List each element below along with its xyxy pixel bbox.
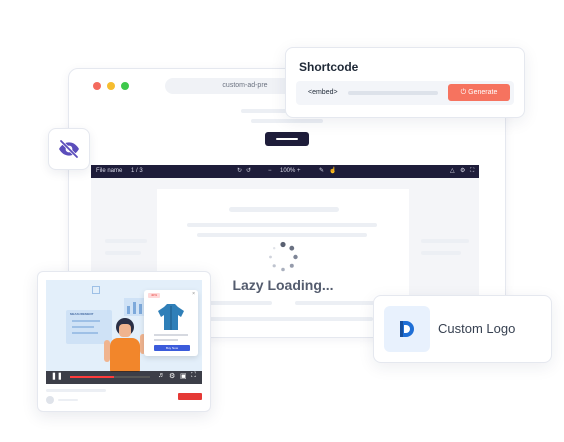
person-body	[110, 338, 140, 372]
minimize-window-dot[interactable]	[107, 82, 115, 90]
video-controls: ❚❚ ♬ ⚙ ▣ ⛶	[46, 371, 202, 384]
pause-icon[interactable]: ❚❚	[51, 372, 63, 380]
viewer-toolbar: File name 1 / 3 ↻ ↺ − 100% + ✎ ☝ △ ⚙ ⛶	[91, 165, 479, 178]
shortcode-card: Shortcode <embed> ⏻ Generate	[285, 47, 525, 118]
eye-slash-icon	[59, 139, 79, 159]
undo-icon[interactable]: ↺	[246, 165, 251, 178]
settings-icon[interactable]: ⚙	[169, 372, 175, 380]
placeholder-line	[348, 91, 438, 95]
scene-line	[72, 326, 94, 328]
placeholder-line	[105, 239, 147, 243]
video-progress[interactable]	[70, 376, 150, 378]
placeholder-line	[421, 251, 461, 255]
draw-icon[interactable]: △	[450, 165, 455, 178]
person-face	[119, 324, 131, 337]
maximize-window-dot[interactable]	[121, 82, 129, 90]
file-name: File name	[96, 168, 123, 174]
progress-fill	[70, 376, 114, 378]
fullscreen-icon[interactable]: ⛶	[470, 165, 474, 178]
custom-logo-label: Custom Logo	[438, 321, 516, 336]
subscribe-button[interactable]	[178, 393, 202, 400]
scene-line	[72, 332, 98, 334]
scene-check-icon	[92, 286, 100, 294]
video-card: MEASUREMENT 40% × Buy Now ❚❚ ♬ ⚙ ▣ ⛶	[37, 271, 211, 412]
video-player[interactable]: MEASUREMENT 40% × Buy Now ❚❚ ♬ ⚙ ▣ ⛶	[46, 280, 202, 384]
placeholder-line	[229, 207, 339, 212]
person-arm	[104, 340, 110, 362]
placeholder-line	[105, 251, 141, 255]
placeholder-line	[197, 233, 367, 237]
scene-bar	[139, 304, 142, 314]
scene-bar	[133, 302, 136, 314]
placeholder-line	[154, 339, 178, 341]
shortcode-title: Shortcode	[299, 60, 359, 74]
placeholder-line	[154, 334, 188, 336]
generate-label: Generate	[468, 89, 498, 96]
placeholder-line	[46, 389, 106, 392]
hand-icon[interactable]: ☝	[329, 165, 336, 178]
placeholder-line	[193, 317, 373, 321]
scene-label: MEASUREMENT	[70, 312, 94, 316]
avatar	[46, 396, 54, 404]
buy-now-button[interactable]: Buy Now	[154, 345, 190, 351]
placeholder-line	[187, 223, 377, 227]
close-icon[interactable]: ×	[192, 291, 195, 297]
power-icon: ⏻	[460, 89, 467, 96]
product-popup[interactable]: 40% × Buy Now	[144, 290, 198, 356]
menu-button[interactable]	[265, 132, 309, 146]
pip-icon[interactable]: ▣	[180, 372, 187, 380]
jacket-icon	[158, 304, 184, 330]
shortcode-field[interactable]: <embed> ⏻ Generate	[296, 81, 514, 105]
rotate-icon[interactable]: ↻	[237, 165, 242, 178]
loading-spinner-icon	[269, 241, 298, 272]
zoom-in-icon[interactable]: +	[297, 165, 301, 178]
edit-icon[interactable]: ✎	[319, 165, 324, 178]
d-logo-icon	[400, 321, 414, 337]
fullscreen-icon[interactable]: ⛶	[191, 372, 196, 380]
custom-logo-card: Custom Logo	[373, 295, 552, 363]
close-window-dot[interactable]	[93, 82, 101, 90]
placeholder-line	[251, 119, 323, 123]
logo-preview	[384, 306, 430, 352]
embed-code: <embed>	[308, 89, 338, 96]
scene-bar	[127, 306, 130, 314]
placeholder-line	[58, 399, 78, 401]
generate-button[interactable]: ⏻ Generate	[448, 84, 510, 101]
scene-panel: MEASUREMENT	[66, 310, 112, 344]
zoom-level: 100%	[280, 168, 296, 174]
page-indicator[interactable]: 1 / 3	[131, 165, 143, 178]
placeholder-line	[421, 239, 469, 243]
scene-line	[72, 320, 100, 322]
zoom-out-icon[interactable]: −	[268, 165, 272, 178]
sale-badge: 40%	[148, 293, 160, 298]
settings-icon[interactable]: ⚙	[460, 165, 465, 178]
lazy-load-toggle[interactable]	[48, 128, 90, 170]
volume-icon[interactable]: ♬	[158, 372, 165, 379]
